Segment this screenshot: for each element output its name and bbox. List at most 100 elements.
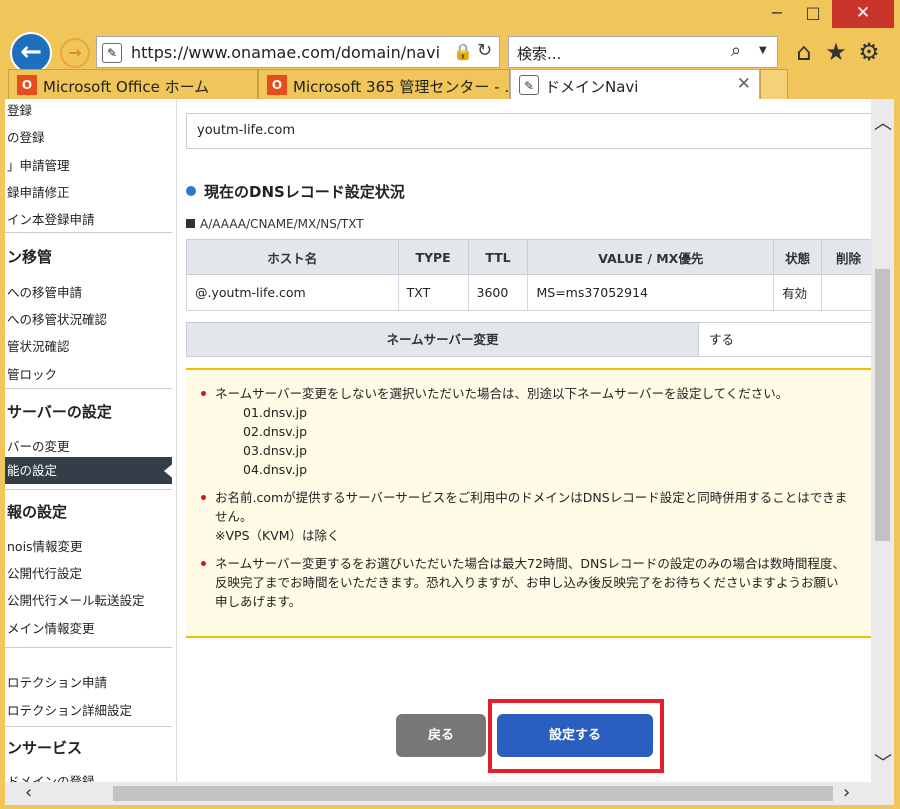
sidebar-item[interactable]: nois情報変更 (5, 536, 172, 555)
url-text[interactable]: https://www.onamae.com/domain/navi (131, 43, 440, 62)
column-header-type: TYPE (397, 239, 469, 275)
sidebar-item[interactable]: の登録 (5, 127, 172, 146)
notice-text: 申しあげます。 (215, 594, 302, 609)
tab-bar: O Microsoft Office ホーム O Microsoft 365 管… (0, 69, 900, 99)
sidebar-item[interactable]: 録申請修正 (5, 182, 172, 201)
forward-button[interactable]: → (60, 38, 90, 68)
reload-icon[interactable]: ↻ (477, 40, 492, 61)
notice-text: 反映完了までお時間をいただきます。恐れ入りますが、お申し込み後反映完了をお待ちく… (215, 575, 839, 590)
notice-item: ネームサーバー変更するをお選びいただいた場合は最大72時間、DNSレコードの設定… (201, 554, 861, 611)
sidebar-heading-info: 報の設定 (7, 503, 68, 521)
sidebar-item[interactable]: 公開代行メール転送設定 (5, 590, 172, 609)
red-bullet-icon (201, 495, 206, 500)
divider (5, 232, 172, 233)
office-icon: O (267, 75, 287, 95)
page-viewport: 登録 の登録 」申請管理 録申請修正 イン本登録申請 ン移管 への移管申請 への… (5, 99, 894, 805)
sidebar-item[interactable]: ロテクション申請 (5, 672, 172, 691)
lock-icon[interactable]: 🔒 (453, 42, 473, 61)
sidebar-item[interactable]: 」申請管理 (5, 155, 172, 174)
cell-ttl: 3600 (467, 274, 529, 311)
favorites-icon[interactable]: ★ (822, 38, 850, 66)
cell-value: MS=ms37052914 (527, 274, 775, 311)
new-tab-button[interactable] (760, 69, 788, 99)
office-icon: O (17, 75, 37, 95)
back-button[interactable]: ← (10, 32, 52, 74)
cell-delete[interactable] (821, 274, 876, 311)
tab-label: Microsoft Office ホーム (43, 78, 210, 96)
sidebar-item[interactable]: 管状況確認 (5, 336, 172, 355)
record-types-text: A/AAAA/CNAME/MX/NS/TXT (200, 217, 364, 231)
sidebar-item[interactable]: ドメインの登録 (5, 771, 172, 782)
square-bullet-icon (186, 219, 195, 228)
sidebar-heading-transfer: ン移管 (7, 248, 53, 266)
column-header-value: VALUE / MX優先 (527, 239, 775, 275)
sidebar-item[interactable]: ロテクション詳細設定 (5, 700, 172, 719)
column-header-status: 状態 (773, 239, 823, 275)
settings-icon[interactable]: ⚙ (855, 38, 883, 66)
search-dropdown-icon[interactable]: ▼ (759, 45, 767, 56)
sidebar-item[interactable]: メイン情報変更 (5, 618, 172, 637)
tab-office-home[interactable]: O Microsoft Office ホーム (8, 69, 258, 99)
scroll-down-icon[interactable]: ﹀ (874, 749, 892, 775)
scroll-right-icon[interactable]: › (843, 782, 850, 803)
main-content: youtm-life.com 現在のDNSレコード設定状況 A/AAAA/CNA… (185, 99, 876, 782)
cell-type: TXT (397, 274, 469, 311)
scroll-up-icon[interactable]: ︿ (874, 109, 892, 135)
notice-text: ※VPS（KVM）は除く (215, 528, 340, 543)
column-header-delete: 削除 (821, 239, 876, 275)
record-types-label: A/AAAA/CNAME/MX/NS/TXT (186, 217, 364, 231)
domain-name-field: youtm-life.com (186, 113, 876, 149)
tab-m365-admin[interactable]: O Microsoft 365 管理センター - ... (258, 69, 519, 99)
search-icon[interactable]: ⌕ (731, 40, 741, 61)
notice-box: ネームサーバー変更をしないを選択いただいた場合は、別途以下ネームサーバーを設定し… (186, 368, 876, 638)
notice-text: せん。 (215, 509, 253, 524)
sidebar-item[interactable]: への移管申請 (5, 282, 172, 301)
column-header-ttl: TTL (467, 239, 529, 275)
notice-text: お名前.comが提供するサーバーサービスをご利用中のドメインはDNSレコード設定… (215, 490, 848, 505)
section-title-text: 現在のDNSレコード設定状況 (204, 183, 405, 201)
search-input[interactable]: 検索... (517, 43, 561, 64)
sidebar-item[interactable]: 登録 (5, 100, 172, 119)
bullet-icon (186, 186, 196, 196)
search-box[interactable]: 検索... ⌕ ▼ (508, 36, 778, 68)
close-window-button[interactable]: ✕ (832, 0, 894, 28)
sidebar: 登録 の登録 」申請管理 録申請修正 イン本登録申請 ン移管 への移管申請 への… (5, 99, 177, 782)
sidebar-item[interactable]: イン本登録申請 (5, 209, 172, 228)
cell-host: @.youtm-life.com (186, 274, 399, 311)
sidebar-item[interactable]: への移管状況確認 (5, 309, 172, 328)
sidebar-item-active[interactable]: 能の設定 (5, 457, 172, 484)
active-indicator-arrow (164, 461, 176, 481)
sidebar-item[interactable]: 管ロック (5, 364, 172, 383)
domain-name: youtm-life.com (197, 123, 296, 138)
home-icon[interactable]: ⌂ (790, 38, 818, 66)
close-tab-icon[interactable]: ✕ (737, 74, 751, 94)
vertical-scrollbar[interactable]: ︿ ﹀ (871, 99, 894, 782)
address-bar[interactable]: ✎ https://www.onamae.com/domain/navi 🔒 ↻ (96, 36, 500, 68)
divider (5, 388, 172, 389)
tab-label: Microsoft 365 管理センター - ... (293, 78, 519, 96)
divider (5, 489, 172, 490)
minimize-button[interactable]: − (760, 0, 794, 28)
dns-record-table: ホスト名 TYPE TTL VALUE / MX優先 状態 削除 @.youtm… (186, 239, 876, 311)
red-bullet-icon (201, 561, 206, 566)
horizontal-scrollbar[interactable]: ‹ › (5, 782, 871, 805)
nameserver-change-value: する (709, 332, 735, 347)
maximize-button[interactable]: □ (796, 0, 830, 28)
sidebar-heading-service: ンサービス (7, 739, 83, 757)
notice-text: ネームサーバー変更するをお選びいただいた場合は最大72時間、DNSレコードの設定… (215, 556, 845, 571)
back-page-button[interactable]: 戻る (396, 714, 486, 757)
horizontal-scroll-thumb[interactable] (113, 786, 833, 801)
notice-item: ネームサーバー変更をしないを選択いただいた場合は、別途以下ネームサーバーを設定し… (201, 384, 861, 479)
nameserver-change-row: ネームサーバー変更 する (186, 322, 876, 357)
divider (5, 726, 172, 727)
vertical-scroll-thumb[interactable] (875, 269, 890, 541)
notice-text: ネームサーバー変更をしないを選択いただいた場合は、別途以下ネームサーバーを設定し… (215, 386, 789, 401)
scroll-left-icon[interactable]: ‹ (25, 782, 32, 803)
notice-item: お名前.comが提供するサーバーサービスをご利用中のドメインはDNSレコード設定… (201, 488, 861, 545)
red-bullet-icon (201, 391, 206, 396)
sidebar-item[interactable]: バーの変更 (5, 436, 172, 455)
divider (5, 647, 172, 648)
sidebar-item[interactable]: 公開代行設定 (5, 563, 172, 582)
tab-domain-navi[interactable]: ✎ ドメインNavi ✕ (510, 69, 760, 99)
nameserver-4: 04.dnsv.jp (243, 462, 308, 477)
